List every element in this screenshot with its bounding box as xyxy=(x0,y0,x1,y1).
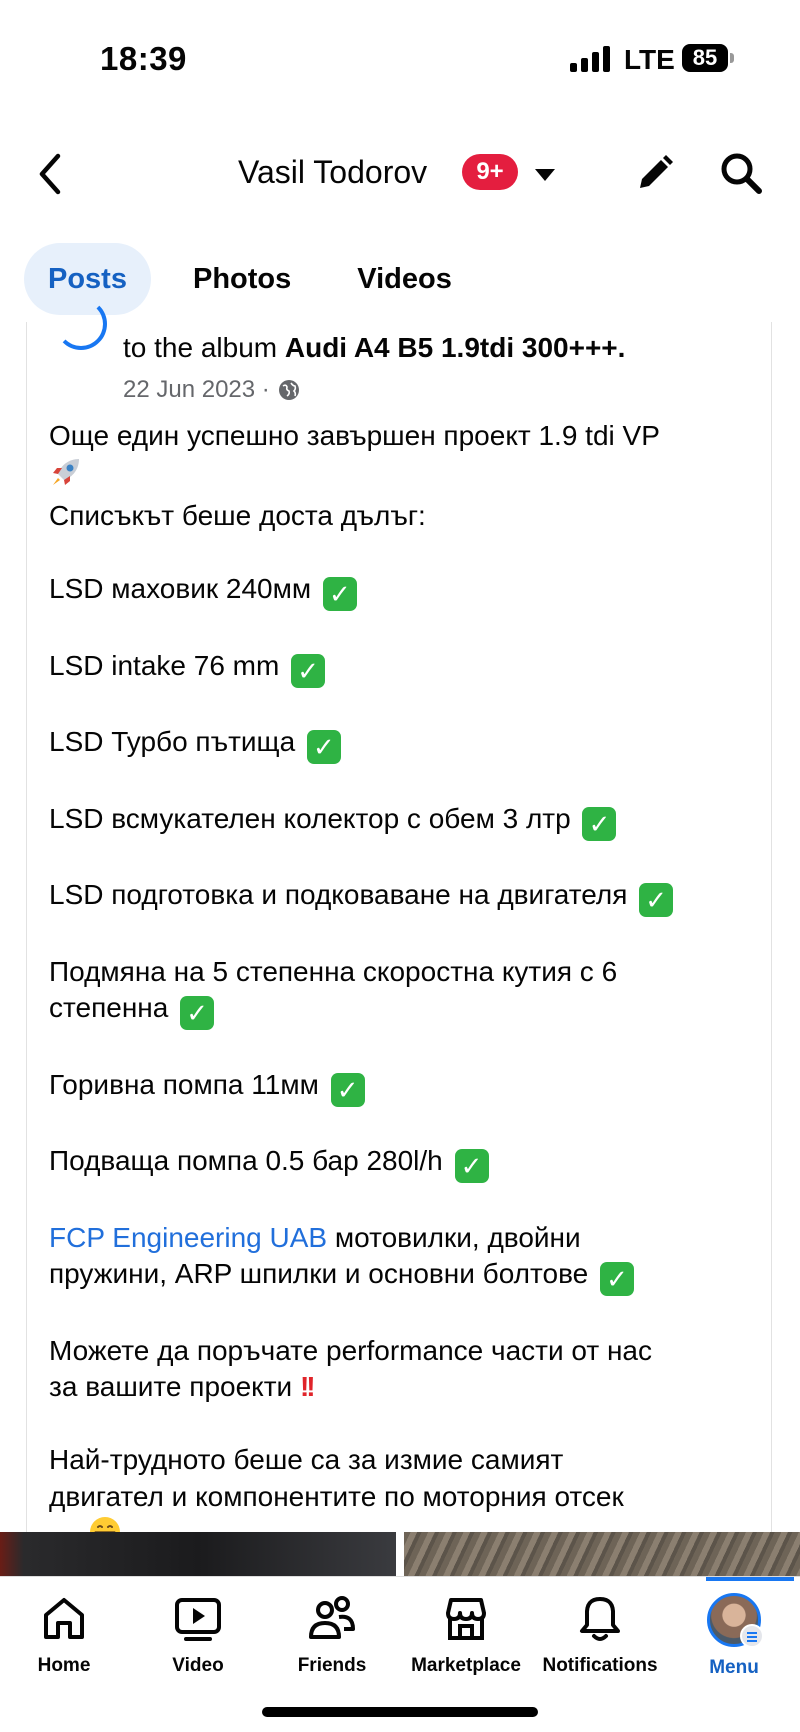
post-date[interactable]: 22 Jun 2023 · xyxy=(123,376,270,404)
album-prefix: to the album xyxy=(123,332,285,363)
pencil-icon[interactable] xyxy=(632,150,678,196)
check-mark-icon: ✓ xyxy=(454,1149,489,1183)
post-photo[interactable] xyxy=(0,1532,396,1580)
menu-icon xyxy=(740,1624,764,1648)
nav-label: Video xyxy=(172,1655,224,1676)
network-type: LTE xyxy=(624,44,675,75)
nav-friends[interactable]: Friends xyxy=(262,1593,402,1693)
order-line-2: за вашите проекти xyxy=(49,1371,293,1402)
notification-badge: 9+ xyxy=(462,154,518,190)
list-item: LSD всмукателен колектор с обем 3 лтр xyxy=(49,802,571,834)
profile-header: Vasil Todorov 9+ xyxy=(0,130,800,220)
home-icon xyxy=(44,1598,84,1639)
chevron-down-icon[interactable] xyxy=(534,168,556,182)
nav-label: Menu xyxy=(709,1657,759,1678)
nav-label: Home xyxy=(37,1655,91,1676)
marketplace-icon xyxy=(446,1598,486,1640)
video-icon xyxy=(175,1598,221,1641)
hard-line: Най-трудното беше са за измие самият xyxy=(49,1444,564,1475)
check-mark-icon: ✓ xyxy=(180,996,215,1030)
nav-label: Friends xyxy=(297,1655,367,1676)
status-bar: 18:39 LTE 85 xyxy=(0,0,800,110)
profile-name[interactable]: Vasil Todorov xyxy=(238,154,427,191)
globe-icon xyxy=(278,380,299,400)
list-item: LSD Турбо пътища xyxy=(49,726,296,757)
post-line-list-title: Списъкът беше доста дълъг: xyxy=(49,500,426,531)
check-mark-icon: ✓ xyxy=(582,806,617,841)
post-meta: 22 Jun 2023 · xyxy=(123,376,300,404)
search-icon[interactable] xyxy=(718,150,764,196)
tab-photos[interactable]: Photos xyxy=(169,243,315,315)
battery-tip xyxy=(730,53,734,63)
nav-notifications[interactable]: Notifications xyxy=(530,1593,670,1693)
nav-video[interactable]: Video xyxy=(128,1593,268,1693)
fcp-line-2: пружини, ARP шпилки и основни болтове xyxy=(49,1258,589,1289)
list-item: LSD intake 76 mm xyxy=(49,649,280,681)
check-mark-icon: ✓ xyxy=(600,1262,634,1296)
list-item: LSD подготовка и подковаване на двигател… xyxy=(49,879,628,910)
status-time: 18:39 xyxy=(100,40,187,77)
gearbox-line: Подмяна на 5 степенна скоростна кутия с … xyxy=(49,955,618,987)
check-mark-icon: ✓ xyxy=(306,730,341,764)
active-tab-indicator xyxy=(706,1577,794,1581)
album-name[interactable]: Audi A4 B5 1.9tdi 300+++. xyxy=(285,332,626,363)
fcp-engineering-link[interactable]: FCP Engineering UAB xyxy=(49,1222,327,1253)
gearbox-line-2: степенна xyxy=(49,992,169,1023)
post-card: to the album Audi A4 B5 1.9tdi 300+++. 2… xyxy=(26,322,772,1551)
check-mark-icon: ✓ xyxy=(639,883,674,917)
lift-pump-line: Подваща помпа 0.5 бар 280l/h xyxy=(49,1145,443,1176)
profile-avatar xyxy=(707,1593,764,1648)
back-icon[interactable] xyxy=(30,150,70,198)
tab-posts[interactable]: Posts xyxy=(24,243,151,315)
check-mark-icon: ✓ xyxy=(291,653,326,688)
list-item: LSD маховик 240мм xyxy=(49,573,312,604)
check-mark-icon: ✓ xyxy=(322,577,357,611)
home-indicator[interactable] xyxy=(262,1707,538,1717)
rocket-icon xyxy=(49,455,83,499)
nav-home[interactable]: Home xyxy=(0,1593,134,1693)
double-exclamation-icon: !! xyxy=(299,1371,316,1402)
hard-line-2: двигател и компонентите по моторния отсе… xyxy=(49,1480,624,1512)
nav-label: Marketplace xyxy=(411,1655,521,1676)
check-mark-icon: ✓ xyxy=(330,1072,365,1107)
order-line: Можете да поръчате performance части от … xyxy=(49,1334,652,1366)
nav-menu[interactable]: Menu xyxy=(664,1593,800,1693)
post-album-line: to the album Audi A4 B5 1.9tdi 300+++. xyxy=(123,332,625,364)
post-photos xyxy=(0,1532,800,1580)
post-line-intro: Още един успешно завършен проект 1.9 tdi… xyxy=(49,420,660,451)
tab-videos[interactable]: Videos xyxy=(333,243,476,315)
profile-tabs: Posts Photos Videos xyxy=(24,243,494,315)
battery-icon: 85 xyxy=(682,44,728,72)
bell-icon xyxy=(580,1597,620,1641)
nav-marketplace[interactable]: Marketplace xyxy=(396,1593,536,1693)
friends-icon xyxy=(309,1596,355,1639)
fcp-line: мотовилки, двойни xyxy=(327,1221,581,1253)
nav-label: Notifications xyxy=(542,1655,658,1676)
fuel-pump-line: Горивна помпа 11мм xyxy=(49,1068,319,1100)
signal-icon xyxy=(570,46,612,72)
post-photo[interactable] xyxy=(404,1532,800,1580)
post-text: Още един успешно завършен проект 1.9 tdi… xyxy=(49,418,759,1559)
